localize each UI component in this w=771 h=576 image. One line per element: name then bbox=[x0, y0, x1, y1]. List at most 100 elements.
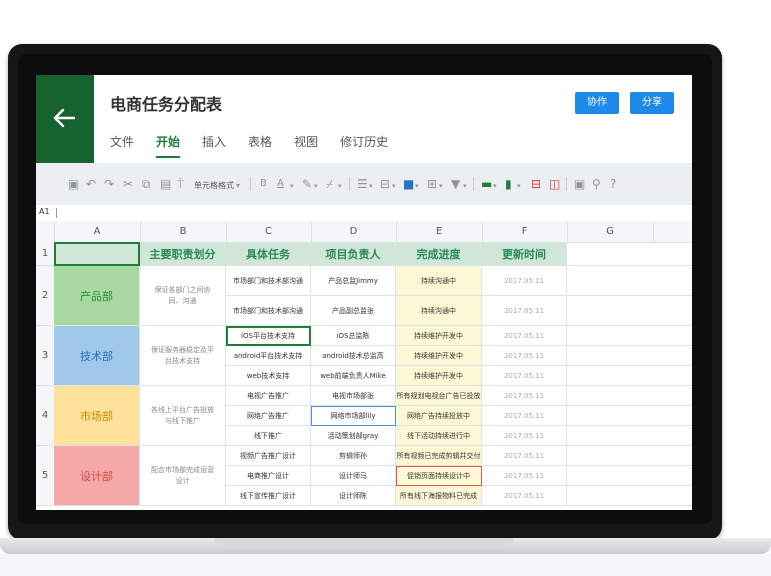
select-all-corner[interactable] bbox=[36, 221, 55, 242]
column-header[interactable]: B bbox=[140, 221, 227, 242]
task-cell[interactable]: 网络广告推广 bbox=[226, 406, 311, 426]
column-header[interactable]: F bbox=[482, 221, 568, 242]
image-icon[interactable]: ▣ bbox=[574, 176, 585, 192]
clear-format-icon[interactable]: ⌿ bbox=[326, 176, 333, 192]
save-icon[interactable]: ▣ bbox=[68, 176, 79, 192]
owner-cell[interactable]: 产品总监Jimmy bbox=[311, 266, 396, 296]
paste-icon[interactable]: ▤ bbox=[160, 176, 171, 192]
owner-cell[interactable]: android技术总监高 bbox=[311, 346, 396, 366]
progress-cell[interactable]: 所有规划电视台广告已投放 bbox=[396, 386, 482, 406]
empty-cell[interactable] bbox=[567, 296, 692, 326]
menu-item[interactable]: 开始 bbox=[156, 133, 181, 158]
department-cell[interactable]: 市场部 bbox=[54, 386, 140, 446]
header-cell[interactable]: 主要职责划分 bbox=[140, 242, 226, 266]
filter-icon[interactable]: ▼ bbox=[451, 176, 460, 192]
cut-icon[interactable]: ✂ bbox=[123, 176, 133, 192]
column-header[interactable]: E bbox=[396, 221, 483, 242]
row-header[interactable]: 3 bbox=[36, 326, 55, 386]
menu-item[interactable]: 插入 bbox=[202, 133, 226, 158]
duty-cell[interactable]: 各线上平台广告投放与线下推广 bbox=[140, 386, 226, 446]
cell-format-dropdown[interactable]: 单元格格式 bbox=[194, 178, 234, 194]
task-cell[interactable]: web技术支持 bbox=[226, 366, 311, 386]
empty-cell[interactable] bbox=[567, 426, 692, 446]
row-header[interactable]: 4 bbox=[36, 386, 55, 446]
progress-cell[interactable]: 促销页面持续设计中 bbox=[396, 466, 482, 486]
share-button[interactable]: 分享 bbox=[630, 92, 674, 114]
update-time-cell[interactable]: 2017.05.11 bbox=[482, 266, 567, 296]
redo-icon[interactable]: ↷ bbox=[104, 176, 114, 192]
duty-cell[interactable]: 配合市场部完成运营设计 bbox=[140, 446, 226, 506]
copy-icon[interactable]: ⧉ bbox=[142, 176, 151, 192]
owner-cell[interactable]: 活动策划部gray bbox=[311, 426, 396, 446]
department-cell[interactable]: 技术部 bbox=[54, 326, 140, 386]
progress-cell[interactable]: 持续维护开发中 bbox=[396, 326, 482, 346]
empty-cell[interactable] bbox=[567, 386, 692, 406]
department-cell[interactable]: 产品部 bbox=[54, 266, 140, 326]
task-cell[interactable]: iOS平台技术支持 bbox=[226, 326, 311, 346]
empty-cell[interactable] bbox=[567, 366, 692, 386]
formula-cursor[interactable] bbox=[56, 208, 57, 218]
task-cell[interactable]: 线下宣传推广设计 bbox=[226, 486, 311, 506]
menu-item[interactable]: 文件 bbox=[110, 133, 134, 158]
task-cell[interactable]: 市场部门和技术部沟通 bbox=[226, 266, 311, 296]
freeze-column-icon[interactable]: ◫ bbox=[549, 176, 560, 192]
empty-cell[interactable] bbox=[567, 486, 692, 506]
cell-style-icon[interactable]: ■ bbox=[403, 176, 414, 192]
undo-icon[interactable]: ↶ bbox=[86, 176, 96, 192]
owner-cell[interactable]: 电视市场部张 bbox=[311, 386, 396, 406]
bold-icon[interactable]: B bbox=[260, 176, 267, 192]
menu-item[interactable]: 视图 bbox=[294, 133, 318, 158]
owner-cell[interactable]: 剪辑师孙 bbox=[311, 446, 396, 466]
progress-cell[interactable]: 所有线下海报物料已完成 bbox=[396, 486, 482, 506]
insert-row-icon[interactable]: ▬ bbox=[481, 176, 492, 192]
empty-cell[interactable] bbox=[567, 326, 692, 346]
progress-cell[interactable]: 持续维护开发中 bbox=[396, 366, 482, 386]
menu-item[interactable]: 表格 bbox=[248, 133, 272, 158]
empty-cell[interactable] bbox=[567, 346, 692, 366]
cell-a1[interactable] bbox=[54, 242, 140, 266]
column-header[interactable]: A bbox=[54, 221, 141, 242]
progress-cell[interactable]: 线下活动持续进行中 bbox=[396, 426, 482, 446]
merge-cells-icon[interactable]: ⊟ bbox=[380, 176, 390, 192]
update-time-cell[interactable]: 2017.05.11 bbox=[482, 296, 567, 326]
progress-cell[interactable]: 持续沟通中 bbox=[396, 266, 482, 296]
update-time-cell[interactable]: 2017.05.11 bbox=[482, 446, 567, 466]
column-header[interactable]: G bbox=[567, 221, 654, 242]
empty-cell[interactable] bbox=[567, 266, 692, 296]
task-cell[interactable]: 市场部门和技术部沟通 bbox=[226, 296, 311, 326]
format-painter-icon[interactable]: ⍑ bbox=[177, 176, 184, 192]
row-header[interactable]: 1 bbox=[36, 242, 55, 266]
help-icon[interactable]: ? bbox=[610, 176, 616, 192]
insert-column-icon[interactable]: ▮ bbox=[505, 176, 512, 192]
progress-cell[interactable]: 持续维护开发中 bbox=[396, 346, 482, 366]
duty-cell[interactable]: 保证各部门之间协同、沟通 bbox=[140, 266, 226, 326]
duty-cell[interactable]: 保证服务器稳定及平台技术支持 bbox=[140, 326, 226, 386]
update-time-cell[interactable]: 2017.05.11 bbox=[482, 386, 567, 406]
owner-cell[interactable]: 网络市场部lily bbox=[311, 406, 396, 426]
freeze-row-icon[interactable]: ⊟ bbox=[531, 176, 541, 192]
task-cell[interactable]: 视频广告推广设计 bbox=[226, 446, 311, 466]
task-cell[interactable]: 电视广告推广 bbox=[226, 386, 311, 406]
progress-cell[interactable]: 所有视频已完成剪辑并交付 bbox=[396, 446, 482, 466]
owner-cell[interactable]: 产品副总监张 bbox=[311, 296, 396, 326]
update-time-cell[interactable]: 2017.05.11 bbox=[482, 346, 567, 366]
task-cell[interactable]: android平台技术支持 bbox=[226, 346, 311, 366]
row-header[interactable]: 5 bbox=[36, 446, 55, 506]
column-header[interactable]: D bbox=[311, 221, 397, 242]
progress-cell[interactable]: 持续沟通中 bbox=[396, 296, 482, 326]
empty-cell[interactable] bbox=[567, 242, 692, 266]
task-cell[interactable]: 电商推广设计 bbox=[226, 466, 311, 486]
owner-cell[interactable]: 设计师陈 bbox=[311, 486, 396, 506]
header-cell[interactable]: 完成进度 bbox=[396, 242, 482, 266]
owner-cell[interactable]: iOS总监陈 bbox=[311, 326, 396, 346]
fill-color-icon[interactable]: ✎ bbox=[302, 176, 312, 192]
column-header[interactable]: C bbox=[226, 221, 312, 242]
update-time-cell[interactable]: 2017.05.11 bbox=[482, 466, 567, 486]
update-time-cell[interactable]: 2017.05.11 bbox=[482, 366, 567, 386]
update-time-cell[interactable]: 2017.05.11 bbox=[482, 486, 567, 506]
header-cell[interactable]: 具体任务 bbox=[226, 242, 311, 266]
task-cell[interactable]: 线下推广 bbox=[226, 426, 311, 446]
update-time-cell[interactable]: 2017.05.11 bbox=[482, 406, 567, 426]
owner-cell[interactable]: web前端负责人Mike bbox=[311, 366, 396, 386]
update-time-cell[interactable]: 2017.05.11 bbox=[482, 326, 567, 346]
